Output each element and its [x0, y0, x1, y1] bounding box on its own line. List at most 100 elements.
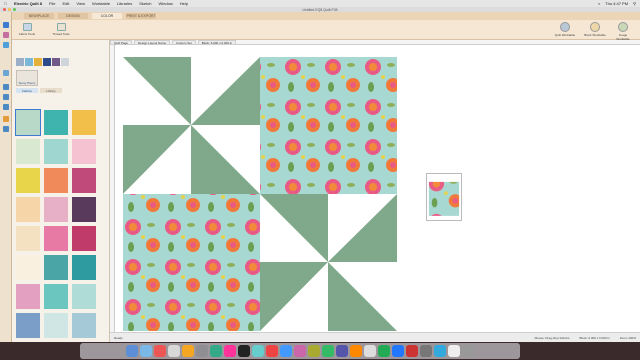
- tab-color[interactable]: COLOR: [92, 13, 122, 19]
- dock-app-icon[interactable]: [126, 345, 138, 357]
- image-worktable-button[interactable]: Image Worktable: [612, 22, 634, 41]
- dock-app-icon[interactable]: [308, 345, 320, 357]
- dock-app-icon[interactable]: [406, 345, 418, 357]
- fabric-swatch[interactable]: [16, 168, 40, 193]
- fabric-swatch[interactable]: [72, 197, 96, 222]
- spray-plenty-button[interactable]: Spray Plenty: [16, 70, 38, 86]
- recent-swatch[interactable]: [16, 58, 24, 66]
- tab-quilt-page[interactable]: Quilt Page: [110, 40, 133, 45]
- fabric-swatch[interactable]: [44, 139, 68, 164]
- menu-sketch[interactable]: Sketch: [139, 1, 151, 6]
- fabric-swatch[interactable]: [16, 139, 40, 164]
- zoom-out-icon[interactable]: [3, 94, 9, 100]
- recent-swatch[interactable]: [34, 58, 42, 66]
- pinwheel-block-bottom-right[interactable]: [260, 194, 397, 331]
- tab-print-export[interactable]: PRINT & EXPORT: [126, 13, 156, 19]
- dock-app-icon[interactable]: [392, 345, 404, 357]
- fabric-swatch[interactable]: [44, 255, 68, 280]
- fabric-swatch[interactable]: [16, 313, 40, 338]
- fabric-swatch[interactable]: [72, 284, 96, 309]
- dock-app-icon[interactable]: [238, 345, 250, 357]
- minimize-window-button[interactable]: [8, 8, 11, 11]
- fabric-swatch[interactable]: [44, 313, 68, 338]
- dock-app-icon[interactable]: [280, 345, 292, 357]
- menu-app-name[interactable]: Electric Quilt 8: [14, 1, 42, 6]
- menu-window[interactable]: Window: [159, 1, 173, 6]
- fabric-swatch[interactable]: [16, 255, 40, 280]
- pinwheel-block-top-left[interactable]: [123, 57, 260, 194]
- menu-file[interactable]: File: [49, 1, 55, 6]
- dock-app-icon[interactable]: [322, 345, 334, 357]
- fabric-swatch[interactable]: [72, 226, 96, 251]
- menu-clock[interactable]: Thu 4:47 PM: [605, 1, 628, 6]
- quilt-worktable-button[interactable]: Quilt Worktable: [554, 22, 576, 38]
- dock-app-icon[interactable]: [168, 345, 180, 357]
- recent-swatch[interactable]: [52, 58, 60, 66]
- dock-app-icon[interactable]: [154, 345, 166, 357]
- spraycan-tool-icon[interactable]: [3, 42, 9, 48]
- menu-view[interactable]: View: [76, 1, 85, 6]
- tab-block-size[interactable]: Block: 6.000 x 6.000 in: [197, 40, 237, 45]
- fabric-swatch[interactable]: [16, 197, 40, 222]
- floating-fabric-preview[interactable]: [426, 173, 462, 221]
- fabric-swatch[interactable]: [16, 284, 40, 309]
- dock-app-icon[interactable]: [364, 345, 376, 357]
- tab-new-place[interactable]: NEW/PLACE: [24, 13, 54, 19]
- floral-block-top-right[interactable]: [260, 57, 397, 194]
- dock-app-icon[interactable]: [252, 345, 264, 357]
- fabric-swatch[interactable]: [44, 226, 68, 251]
- tab-custom-set[interactable]: Custom Set: [172, 40, 196, 45]
- dock-app-icon[interactable]: [210, 345, 222, 357]
- fabric-swatch[interactable]: [16, 226, 40, 251]
- dock-app-icon[interactable]: [350, 345, 362, 357]
- menu-edit[interactable]: Edit: [62, 1, 69, 6]
- fabric-swatch[interactable]: [72, 255, 96, 280]
- fabric-swatch[interactable]: [44, 197, 68, 222]
- fabric-tool-icon[interactable]: [3, 116, 9, 122]
- menu-libraries[interactable]: Libraries: [117, 1, 132, 6]
- paintbrush-tool-icon[interactable]: [3, 32, 9, 38]
- fabric-swatch[interactable]: [72, 110, 96, 135]
- tab-layout-name[interactable]: Design Layout Name: [134, 40, 171, 45]
- menu-worktable[interactable]: Worktable: [92, 1, 110, 6]
- dock-app-icon[interactable]: [224, 345, 236, 357]
- wifi-icon[interactable]: ≈: [598, 1, 600, 6]
- apple-icon[interactable]: : [4, 1, 7, 6]
- tab-design[interactable]: DESIGN: [58, 13, 88, 19]
- dock-app-icon[interactable]: [140, 345, 152, 357]
- block-worktable-button[interactable]: Block Worktable: [584, 22, 606, 38]
- dock-app-icon[interactable]: [378, 345, 390, 357]
- dock-app-icon[interactable]: [462, 345, 474, 357]
- floral-block-bottom-left[interactable]: [123, 194, 260, 331]
- dock-app-icon[interactable]: [448, 345, 460, 357]
- dock-app-icon[interactable]: [182, 345, 194, 357]
- recent-swatch[interactable]: [61, 58, 69, 66]
- gear-icon[interactable]: [3, 126, 9, 132]
- tab-library[interactable]: Library: [40, 88, 62, 93]
- zoom-window-button[interactable]: [13, 8, 16, 11]
- search-icon[interactable]: ⚲: [633, 1, 636, 6]
- fabric-swatch[interactable]: [44, 284, 68, 309]
- fabric-swatch[interactable]: [72, 313, 96, 338]
- fabric-swatch[interactable]: [44, 168, 68, 193]
- dock-app-icon[interactable]: [294, 345, 306, 357]
- select-tool-icon[interactable]: [3, 22, 9, 28]
- quilt-design[interactable]: [123, 57, 397, 331]
- dock-app-icon[interactable]: [336, 345, 348, 357]
- zoom-in-icon[interactable]: [3, 84, 9, 90]
- fabric-swatch[interactable]: [72, 139, 96, 164]
- fabric-swatch[interactable]: [72, 168, 96, 193]
- thread-tools-button[interactable]: Thread Tools: [52, 23, 70, 38]
- quilt-worktable-canvas[interactable]: Quilt Page Design Layout Name Custom Set…: [110, 40, 640, 332]
- dock-app-icon[interactable]: [196, 345, 208, 357]
- recent-swatch[interactable]: [25, 58, 33, 66]
- recent-swatch[interactable]: [43, 58, 51, 66]
- tab-fabrics[interactable]: Fabrics: [16, 88, 38, 93]
- close-window-button[interactable]: [3, 8, 6, 11]
- fabric-swatch[interactable]: [15, 109, 41, 136]
- fabric-tools-button[interactable]: Fabric Tools: [18, 23, 36, 38]
- fabric-swatch[interactable]: [44, 110, 68, 135]
- undo-icon[interactable]: [3, 70, 9, 76]
- menu-help[interactable]: Help: [180, 1, 188, 6]
- dock-app-icon[interactable]: [434, 345, 446, 357]
